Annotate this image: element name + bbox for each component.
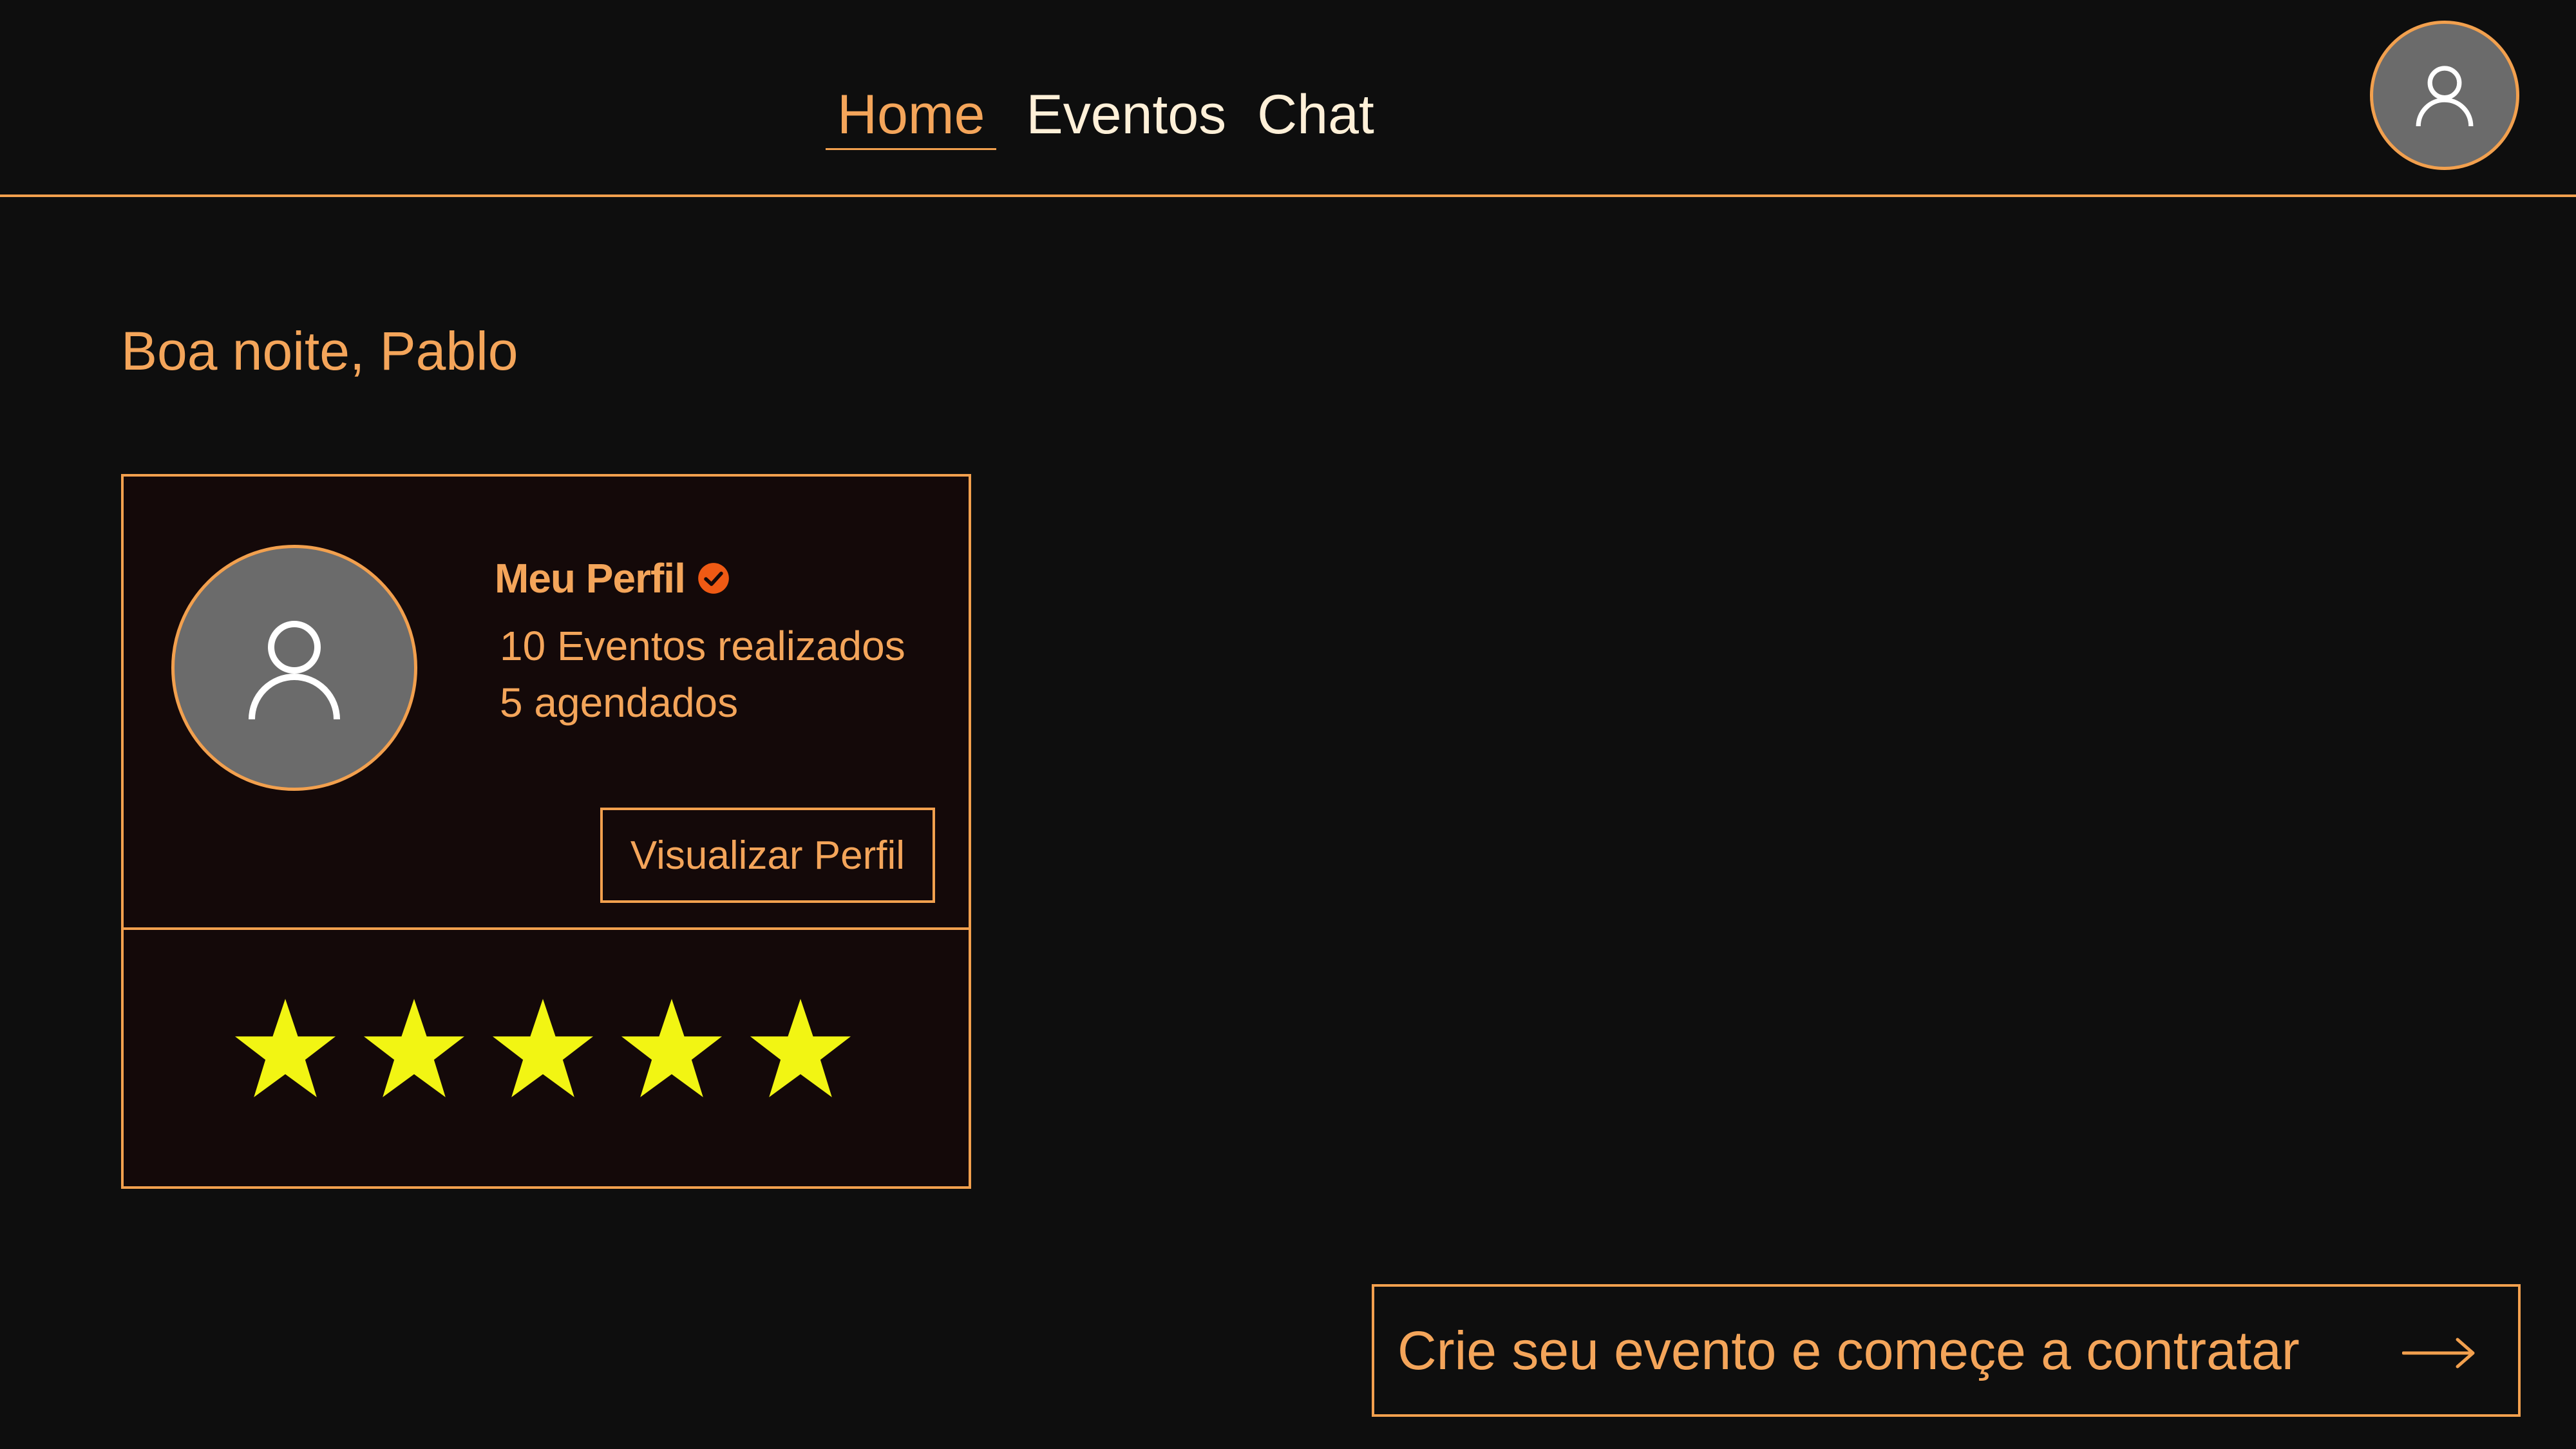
verified-badge-icon [698,563,729,594]
star-icon [492,998,594,1097]
main-nav: Home Eventos Chat [826,82,1405,153]
rating-stars [232,996,876,1103]
user-icon [249,621,340,720]
profile-card: Meu Perfil 10 Eventos realizados 5 agend… [121,474,971,1189]
profile-card-summary: Meu Perfil 10 Eventos realizados 5 agend… [124,477,969,930]
greeting-text: Boa noite, Pablo [121,321,518,381]
star-icon [363,998,465,1097]
profile-title-text: Meu Perfil [495,555,686,601]
top-header: Home Eventos Chat [0,0,2576,197]
header-avatar-button[interactable] [2370,21,2519,170]
star-icon [621,998,723,1097]
star-icon [750,998,851,1097]
create-event-cta-label: Crie seu evento e começe a contratar [1397,1320,2300,1381]
profile-title: Meu Perfil [495,553,730,604]
arrow-right-icon [2402,1338,2475,1368]
page: Home Eventos Chat Boa noite, Pablo Meu P… [0,0,2576,1449]
events-done-text: 10 Eventos realizados [500,623,905,669]
star-icon [234,998,336,1097]
nav-home-link[interactable]: Home [826,82,997,150]
view-profile-button[interactable]: Visualizar Perfil [600,808,935,903]
create-event-cta-button[interactable]: Crie seu evento e começe a contratar [1372,1284,2521,1417]
user-icon [2416,66,2474,127]
nav-eventos-link[interactable]: Eventos [1026,82,1226,147]
profile-avatar [171,545,417,791]
nav-chat-link[interactable]: Chat [1257,82,1374,147]
scheduled-events-text: 5 agendados [500,679,739,726]
